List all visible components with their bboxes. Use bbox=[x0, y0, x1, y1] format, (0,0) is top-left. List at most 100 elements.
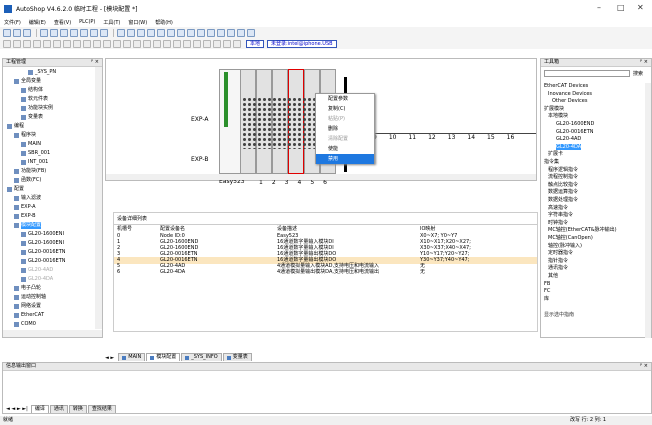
comment-icon[interactable] bbox=[93, 39, 101, 48]
device-icon[interactable] bbox=[207, 28, 215, 37]
coil-icon[interactable] bbox=[23, 39, 31, 48]
editor-tab[interactable]: 模块配置 bbox=[146, 353, 181, 361]
undo-icon[interactable] bbox=[70, 28, 78, 37]
tree-item[interactable]: EtherCAT bbox=[14, 312, 44, 319]
output-icon[interactable] bbox=[163, 39, 171, 48]
menu-view[interactable]: 查看(V) bbox=[50, 19, 75, 26]
nav-arrows-icon[interactable]: ◄ ◄ ► ►| bbox=[6, 406, 28, 412]
device-status-button[interactable]: 未登录:intel@iphone.USB bbox=[267, 39, 337, 48]
delete-row-icon[interactable] bbox=[113, 39, 121, 48]
close-button[interactable]: ✕ bbox=[637, 3, 644, 12]
toolbox-item[interactable]: 数据运算指令 bbox=[548, 189, 578, 195]
tree-item[interactable]: 网络设置 bbox=[14, 303, 41, 310]
toolbox-item[interactable]: GL20-4AD bbox=[556, 136, 581, 142]
download-icon[interactable] bbox=[127, 28, 135, 37]
tree-item[interactable]: 编程 bbox=[7, 123, 24, 130]
tree-item[interactable]: SBR_001 bbox=[21, 150, 50, 157]
tree-item[interactable]: GL20-1600ENI bbox=[21, 231, 64, 238]
branch-icon[interactable] bbox=[33, 39, 41, 48]
toolbox-item[interactable]: 其他 bbox=[548, 273, 558, 279]
toolbox-item[interactable]: MC轴控(EtherCAT&脉冲输出) bbox=[548, 227, 617, 233]
output-tab-compile[interactable]: 编译 bbox=[30, 405, 49, 413]
minimize-button[interactable]: – bbox=[597, 3, 601, 12]
paste-icon[interactable] bbox=[60, 28, 68, 37]
toolbox-item[interactable]: 本地模块 bbox=[548, 113, 568, 119]
tree-item[interactable]: 变量表 bbox=[21, 114, 43, 121]
toolbox-item[interactable]: 程序逻辑指令 bbox=[548, 167, 578, 173]
output-tab-find[interactable]: 查找结果 bbox=[87, 405, 116, 413]
tree-item[interactable]: MAIN bbox=[21, 141, 41, 148]
tree-item[interactable]: 配置 bbox=[7, 186, 24, 193]
upload-icon[interactable] bbox=[137, 28, 145, 37]
toolbox-item[interactable]: Other Devices bbox=[552, 98, 588, 104]
instruction-icon[interactable] bbox=[83, 39, 91, 48]
table-row[interactable]: 6 GL20-4DA 4通道模拟量输出模块DA,支持电压和电流输出 无 bbox=[114, 269, 537, 276]
maximize-button[interactable]: □ bbox=[617, 3, 625, 12]
tree-item[interactable]: _SYS_PN bbox=[28, 69, 56, 76]
reset-icon[interactable] bbox=[153, 39, 161, 48]
help-icon[interactable] bbox=[247, 28, 255, 37]
jump-icon[interactable] bbox=[193, 39, 201, 48]
toolbox-item[interactable]: GL20-0016ETN bbox=[556, 129, 594, 135]
menu-edit[interactable]: 编辑(E) bbox=[25, 19, 50, 26]
editor-tab[interactable]: 变量表 bbox=[222, 353, 252, 361]
cpu-module[interactable] bbox=[219, 69, 241, 174]
delete-col-icon[interactable] bbox=[133, 39, 141, 48]
set-icon[interactable] bbox=[143, 39, 151, 48]
end-icon[interactable] bbox=[213, 39, 221, 48]
editor-tab[interactable]: MAIN bbox=[118, 353, 146, 361]
tree-item[interactable]: GL20-4AD bbox=[21, 267, 53, 274]
settings-icon[interactable] bbox=[187, 28, 195, 37]
tree-item[interactable]: INT_001 bbox=[21, 159, 48, 166]
insert-row-icon[interactable] bbox=[103, 39, 111, 48]
tree-item[interactable]: 全局变量 bbox=[14, 78, 41, 85]
pin-close-icon[interactable]: ᵖ × bbox=[640, 59, 648, 66]
debug-icon[interactable] bbox=[177, 28, 185, 37]
context-menu-item[interactable]: 配置参数 bbox=[316, 94, 374, 104]
tree-item[interactable]: COM0 bbox=[14, 321, 36, 328]
call-icon[interactable] bbox=[203, 39, 211, 48]
network-icon[interactable] bbox=[197, 28, 205, 37]
tree-item[interactable]: 程序块 bbox=[14, 132, 36, 139]
toolbox-scrollbar[interactable] bbox=[645, 83, 651, 338]
arrow-down-icon[interactable] bbox=[233, 39, 241, 48]
arrow-up-icon[interactable] bbox=[223, 39, 231, 48]
stop-icon[interactable] bbox=[157, 28, 165, 37]
pin-close-icon[interactable]: ᵖ × bbox=[640, 363, 648, 370]
menu-help[interactable]: 帮助(H) bbox=[151, 19, 177, 26]
tree-item[interactable]: 功能块(FB) bbox=[14, 168, 46, 175]
pin-close-icon[interactable]: ᵖ × bbox=[91, 59, 99, 66]
tree-item[interactable]: EXP-B bbox=[14, 213, 36, 220]
menu-file[interactable]: 文件(F) bbox=[0, 19, 25, 26]
toolbox-item[interactable]: 通讯指令 bbox=[548, 265, 568, 271]
toolbox-item[interactable]: FC bbox=[544, 288, 550, 294]
toolbox-item[interactable]: 库 bbox=[544, 296, 549, 302]
toolbox-item[interactable]: 定时器指令 bbox=[548, 250, 573, 256]
zoom-out-icon[interactable] bbox=[227, 28, 235, 37]
run-icon[interactable] bbox=[147, 28, 155, 37]
editor-tab[interactable]: _SYS_INFO bbox=[181, 353, 222, 361]
vline-icon[interactable] bbox=[53, 39, 61, 48]
toolbox-item[interactable]: 扩展模块 bbox=[544, 106, 564, 112]
toolbox-item[interactable]: GL20-1600END bbox=[556, 121, 594, 127]
tab-nav-icon[interactable]: ◄ ► bbox=[105, 355, 114, 361]
find-icon[interactable] bbox=[90, 28, 98, 37]
context-menu-item[interactable]: 清除配置 bbox=[316, 134, 374, 144]
toolbox-search-button[interactable]: 搜索 bbox=[633, 70, 643, 77]
new-icon[interactable] bbox=[3, 28, 11, 37]
project-tree-hscrollbar[interactable] bbox=[3, 330, 102, 337]
toolbox-item[interactable]: 轴控(脉冲输入) bbox=[548, 243, 582, 249]
context-menu-item[interactable]: 粘贴(P) bbox=[316, 114, 374, 124]
save-icon[interactable] bbox=[23, 28, 31, 37]
tree-item[interactable]: 功能块实例 bbox=[21, 105, 53, 112]
contact-no-icon[interactable] bbox=[3, 39, 11, 48]
tree-item[interactable]: 函数(FC) bbox=[14, 177, 41, 184]
compile-icon[interactable] bbox=[117, 28, 125, 37]
toolbox-item[interactable]: 指针指令 bbox=[548, 258, 568, 264]
monitor-icon[interactable] bbox=[167, 28, 175, 37]
tree-item[interactable]: 运动控制轴 bbox=[14, 294, 46, 301]
copy-icon[interactable] bbox=[50, 28, 58, 37]
toolbox-item[interactable]: FB bbox=[544, 281, 550, 287]
toolbox-item[interactable]: 字符串指令 bbox=[548, 212, 573, 218]
tree-item[interactable]: 软元件表 bbox=[21, 96, 48, 103]
